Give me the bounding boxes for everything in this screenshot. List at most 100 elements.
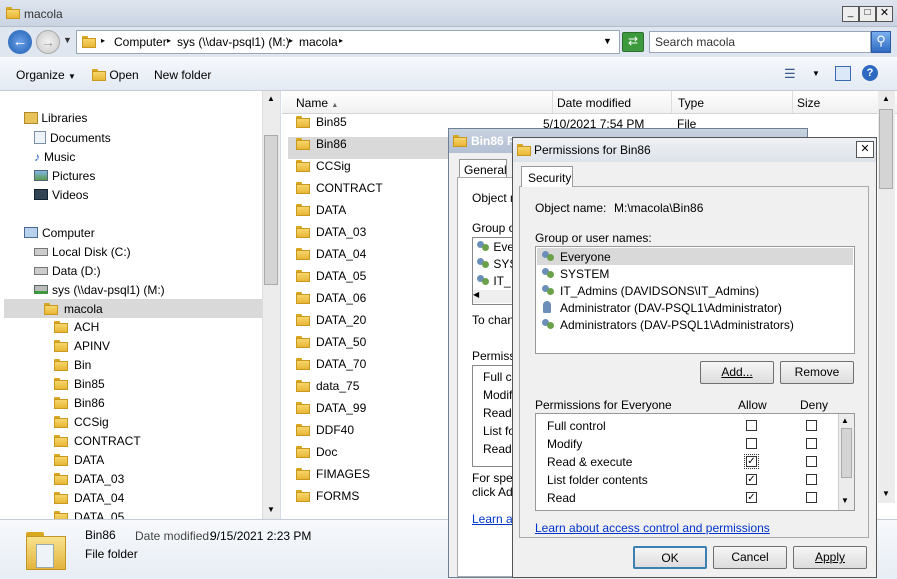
file-scroll-down[interactable]: ▼ <box>879 487 893 501</box>
view-list-icon[interactable]: ☰ <box>784 66 796 82</box>
forward-button[interactable]: → <box>36 30 60 54</box>
file-scrollbar[interactable]: ▲ ▼ <box>878 91 895 503</box>
view-dropdown-icon[interactable]: ▼ <box>812 69 820 78</box>
close-button[interactable]: ✕ <box>876 6 893 22</box>
ok-button[interactable]: OK <box>633 546 707 569</box>
maximize-button[interactable]: □ <box>859 6 876 22</box>
recent-pages-icon[interactable]: ▼ <box>63 35 72 45</box>
allow-checkbox[interactable]: ✓ <box>746 492 757 503</box>
user-item-everyone[interactable]: Everyone <box>537 248 853 265</box>
search-button[interactable]: ⚲ <box>871 31 891 53</box>
nav-scrollbar[interactable]: ▲ ▼ <box>262 91 280 519</box>
address-row: ← → ▼ ▸ Computer ▸ sys (\\dav-psql1) (M:… <box>0 27 897 57</box>
nav-documents[interactable]: Documents <box>34 131 111 145</box>
deny-checkbox[interactable] <box>806 420 817 431</box>
nav-computer[interactable]: Computer <box>24 226 95 240</box>
deny-checkbox[interactable] <box>806 474 817 485</box>
permissions-close-button[interactable]: ✕ <box>856 141 874 158</box>
breadcrumb-macola[interactable]: macola <box>299 35 338 49</box>
search-input[interactable]: Search macola <box>649 31 871 53</box>
nav-folder[interactable]: DATA_03 <box>54 472 254 491</box>
nav-macola-selected[interactable]: macola <box>4 299 262 318</box>
nav-data-drive[interactable]: Data (D:) <box>34 264 101 278</box>
network-drive-icon <box>34 285 48 294</box>
user-item-system[interactable]: SYSTEM <box>537 265 853 282</box>
perm-scrollbar[interactable]: ▲ ▼ <box>838 414 854 510</box>
properties-tab-general[interactable]: General <box>459 159 507 177</box>
file-scroll-thumb[interactable] <box>879 109 893 189</box>
nav-scroll-down[interactable]: ▼ <box>264 503 278 517</box>
minimize-button[interactable]: _ <box>842 6 859 22</box>
permission-list[interactable]: Full control Modify Read & execute ✓ Lis… <box>535 413 855 511</box>
user-item-it-admins[interactable]: IT_Admins (DAVIDSONS\IT_Admins) <box>537 282 853 299</box>
remove-button[interactable]: Remove <box>780 361 854 384</box>
nav-music[interactable]: ♪ Music <box>34 150 75 164</box>
file-scroll-up[interactable]: ▲ <box>879 92 893 106</box>
folder-icon <box>296 248 310 260</box>
new-folder-button[interactable]: New folder <box>154 68 211 82</box>
address-dropdown-icon[interactable]: ▼ <box>603 36 612 46</box>
help-icon[interactable]: ? <box>862 65 878 81</box>
learn-access-control-link[interactable]: Learn about access control and permissio… <box>535 521 770 535</box>
deny-checkbox[interactable] <box>806 492 817 503</box>
permissions-dialog: Permissions for Bin86 ✕ Security Object … <box>512 137 877 578</box>
folder-icon <box>54 321 68 333</box>
allow-checkbox[interactable]: ✓ <box>744 454 759 469</box>
user-item-administrators[interactable]: Administrators (DAV-PSQL1\Administrators… <box>537 316 853 333</box>
nav-folder[interactable]: Bin86 <box>54 396 254 415</box>
column-date-modified[interactable]: Date modified <box>557 96 631 110</box>
nav-libraries[interactable]: Libraries <box>24 111 87 125</box>
folder-icon <box>517 144 531 156</box>
file-row-selected[interactable]: Bin86 <box>288 137 466 159</box>
perm-row: Full control <box>536 417 836 435</box>
nav-folder[interactable]: APINV <box>54 339 254 358</box>
nav-local-disk[interactable]: Local Disk (C:) <box>34 245 131 259</box>
perm-row: Read & execute ✓ <box>536 453 836 471</box>
refresh-icon: ⇄ <box>627 34 639 48</box>
nav-folder[interactable]: Bin85 <box>54 377 254 396</box>
nav-folder[interactable]: CCSig <box>54 415 254 434</box>
cancel-button[interactable]: Cancel <box>713 546 787 569</box>
user-item-administrator[interactable]: Administrator (DAV-PSQL1\Administrator) <box>537 299 853 316</box>
nav-folder[interactable]: CONTRACT <box>54 434 254 453</box>
deny-checkbox[interactable] <box>806 456 817 467</box>
drive-icon <box>34 267 48 275</box>
nav-videos[interactable]: Videos <box>34 188 88 202</box>
nav-folder[interactable]: DATA <box>54 453 254 472</box>
refresh-button[interactable]: ⇄ <box>622 32 644 52</box>
add-button[interactable]: Add... <box>700 361 774 384</box>
folder-icon <box>54 511 68 519</box>
tab-security[interactable]: Security <box>521 166 573 187</box>
breadcrumb-computer[interactable]: Computer <box>114 35 167 49</box>
apply-button[interactable]: Apply <box>793 546 867 569</box>
perm-name: Read <box>547 491 576 505</box>
open-button[interactable]: Open <box>92 68 139 82</box>
nav-pictures[interactable]: Pictures <box>34 169 95 183</box>
details-name: Bin86 <box>85 528 116 542</box>
column-name[interactable]: Name ▲ <box>296 96 338 110</box>
nav-scroll-up[interactable]: ▲ <box>264 92 278 106</box>
folder-icon <box>54 359 68 371</box>
perm-scroll-thumb[interactable] <box>841 428 852 478</box>
column-size[interactable]: Size <box>797 96 820 110</box>
nav-folder[interactable]: DATA_04 <box>54 491 254 510</box>
navigation-pane[interactable]: Libraries Documents ♪ Music Pictures Vide… <box>0 91 281 519</box>
nav-folder[interactable]: DATA_05 <box>54 510 254 519</box>
allow-checkbox[interactable] <box>746 420 757 431</box>
large-folder-icon <box>26 526 66 572</box>
nav-scroll-thumb[interactable] <box>264 135 278 285</box>
organize-button[interactable]: Organize ▼ <box>16 68 76 82</box>
allow-checkbox[interactable]: ✓ <box>746 474 757 485</box>
nav-network-drive[interactable]: sys (\\dav-psql1) (M:) <box>34 283 165 297</box>
allow-checkbox[interactable] <box>746 438 757 449</box>
preview-pane-icon[interactable] <box>835 66 851 81</box>
column-type[interactable]: Type <box>678 96 704 110</box>
group-user-list[interactable]: Everyone SYSTEM IT_Admins (DAVIDSONS\IT_… <box>535 246 855 354</box>
address-bar[interactable]: ▸ Computer ▸ sys (\\dav-psql1) (M:) ▸ ma… <box>76 30 620 54</box>
nav-folder[interactable]: ACH <box>54 320 254 339</box>
back-button[interactable]: ← <box>8 30 32 54</box>
scroll-left-icon[interactable]: ◀ <box>473 290 479 299</box>
nav-folder[interactable]: Bin <box>54 358 254 377</box>
breadcrumb-drive[interactable]: sys (\\dav-psql1) (M:) <box>177 35 290 49</box>
deny-checkbox[interactable] <box>806 438 817 449</box>
